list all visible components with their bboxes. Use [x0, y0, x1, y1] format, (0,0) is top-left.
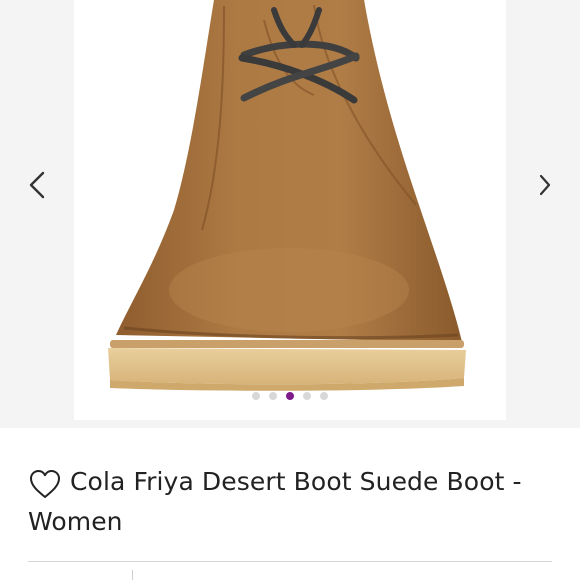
carousel-pagination: [0, 390, 580, 402]
product-title: Cola Friya Desert Boot Suede Boot - Wome…: [28, 467, 522, 536]
chevron-left-icon: [29, 171, 45, 199]
carousel-dot[interactable]: [252, 392, 260, 400]
product-title-row: Cola Friya Desert Boot Suede Boot - Wome…: [28, 462, 558, 542]
carousel-dot[interactable]: [269, 392, 277, 400]
product-image-carousel: [0, 0, 580, 428]
section-divider: [28, 561, 552, 562]
product-image[interactable]: [74, 0, 506, 420]
next-image-button[interactable]: [530, 168, 560, 202]
product-page: Cola Friya Desert Boot Suede Boot - Wome…: [0, 0, 580, 580]
carousel-dot[interactable]: [320, 392, 328, 400]
chevron-right-icon: [539, 174, 551, 196]
section-separator-mark: [132, 570, 133, 580]
heart-outline-icon[interactable]: [28, 468, 62, 500]
previous-image-button[interactable]: [22, 168, 52, 202]
boot-illustration: [108, 0, 466, 391]
carousel-dot[interactable]: [303, 392, 311, 400]
carousel-dot-active[interactable]: [286, 392, 294, 400]
